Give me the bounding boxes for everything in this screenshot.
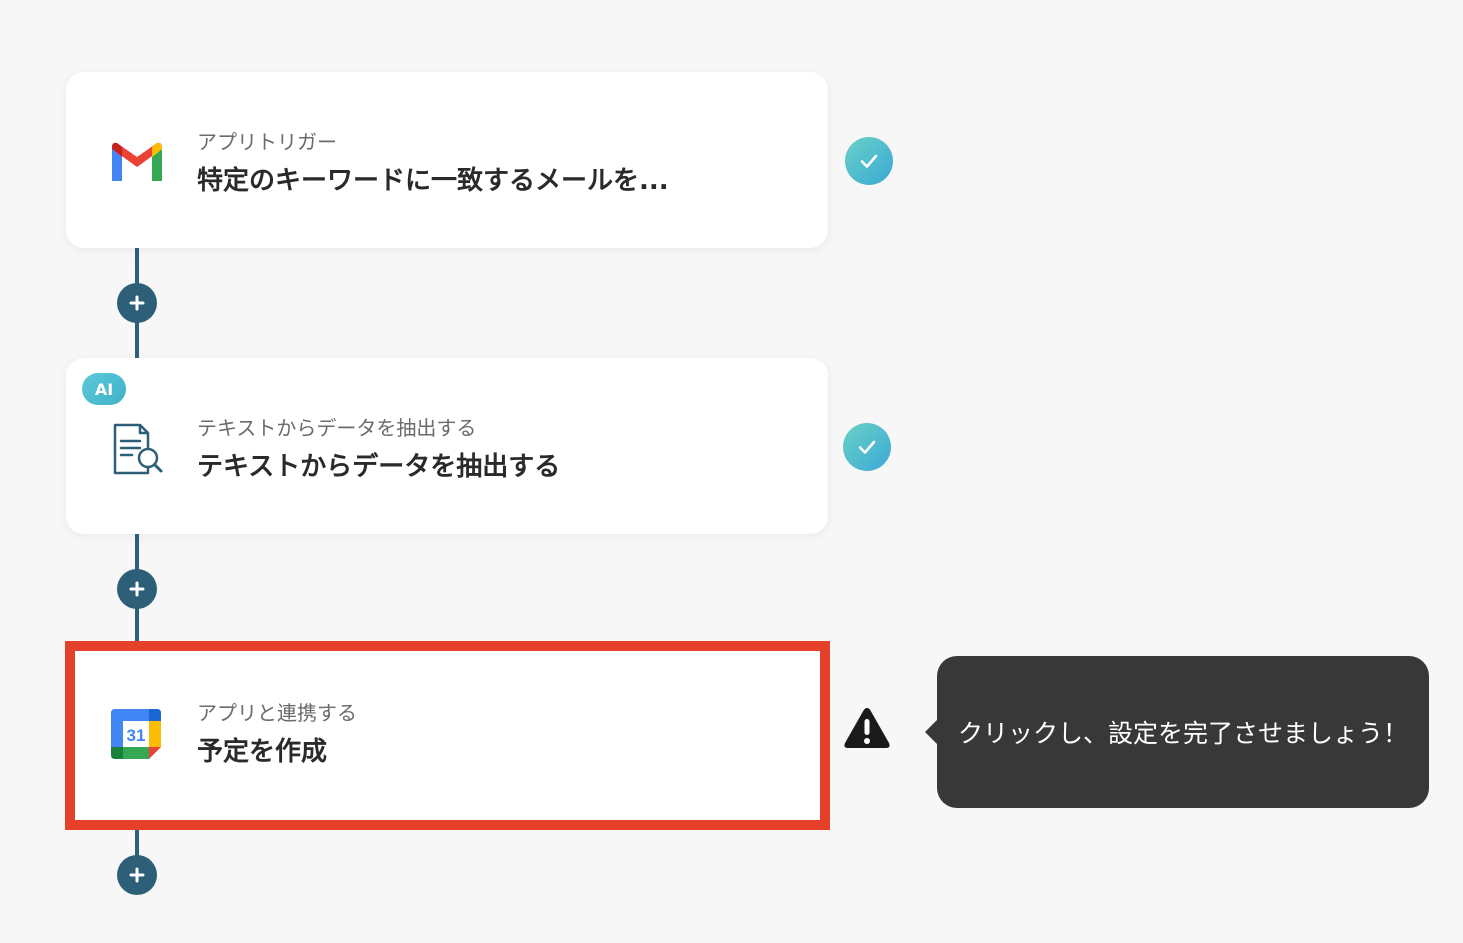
gmail-icon — [108, 134, 166, 192]
plus-icon — [129, 581, 145, 597]
complete-check-icon — [843, 423, 891, 471]
flow-canvas: アプリトリガー 特定のキーワードに一致するメールを... AI テキストからデー… — [0, 0, 1463, 943]
plus-icon — [129, 867, 145, 883]
step-type-label: アプリトリガー — [197, 130, 337, 154]
step-title: テキストからデータを抽出する — [197, 452, 561, 482]
setup-hint-tooltip: クリックし、設定を完了させましょう！ — [925, 656, 1429, 808]
step-type-label: アプリと連携する — [197, 701, 357, 725]
calendar-day-text: 31 — [127, 726, 146, 745]
step-title: 予定を作成 — [197, 737, 328, 767]
add-step-button[interactable] — [117, 569, 157, 609]
step-card-create-event[interactable]: 31 アプリと連携する 予定を作成 — [65, 641, 830, 830]
step-card-ai-extract[interactable]: AI テキストからデータを抽出する テキストからデータを抽出する — [66, 358, 828, 534]
ai-badge: AI — [82, 373, 126, 405]
add-step-button[interactable] — [117, 855, 157, 895]
google-calendar-icon: 31 — [107, 705, 165, 763]
step-card-gmail-trigger[interactable]: アプリトリガー 特定のキーワードに一致するメールを... — [66, 72, 828, 248]
document-search-icon — [108, 420, 166, 478]
step-type-label: テキストからデータを抽出する — [197, 416, 477, 440]
tooltip-text: クリックし、設定を完了させましょう！ — [957, 719, 1408, 748]
complete-check-icon — [845, 137, 893, 185]
step-title: 特定のキーワードに一致するメールを... — [197, 166, 669, 196]
warning-icon — [844, 708, 890, 748]
add-step-button[interactable] — [117, 283, 157, 323]
plus-icon — [129, 295, 145, 311]
